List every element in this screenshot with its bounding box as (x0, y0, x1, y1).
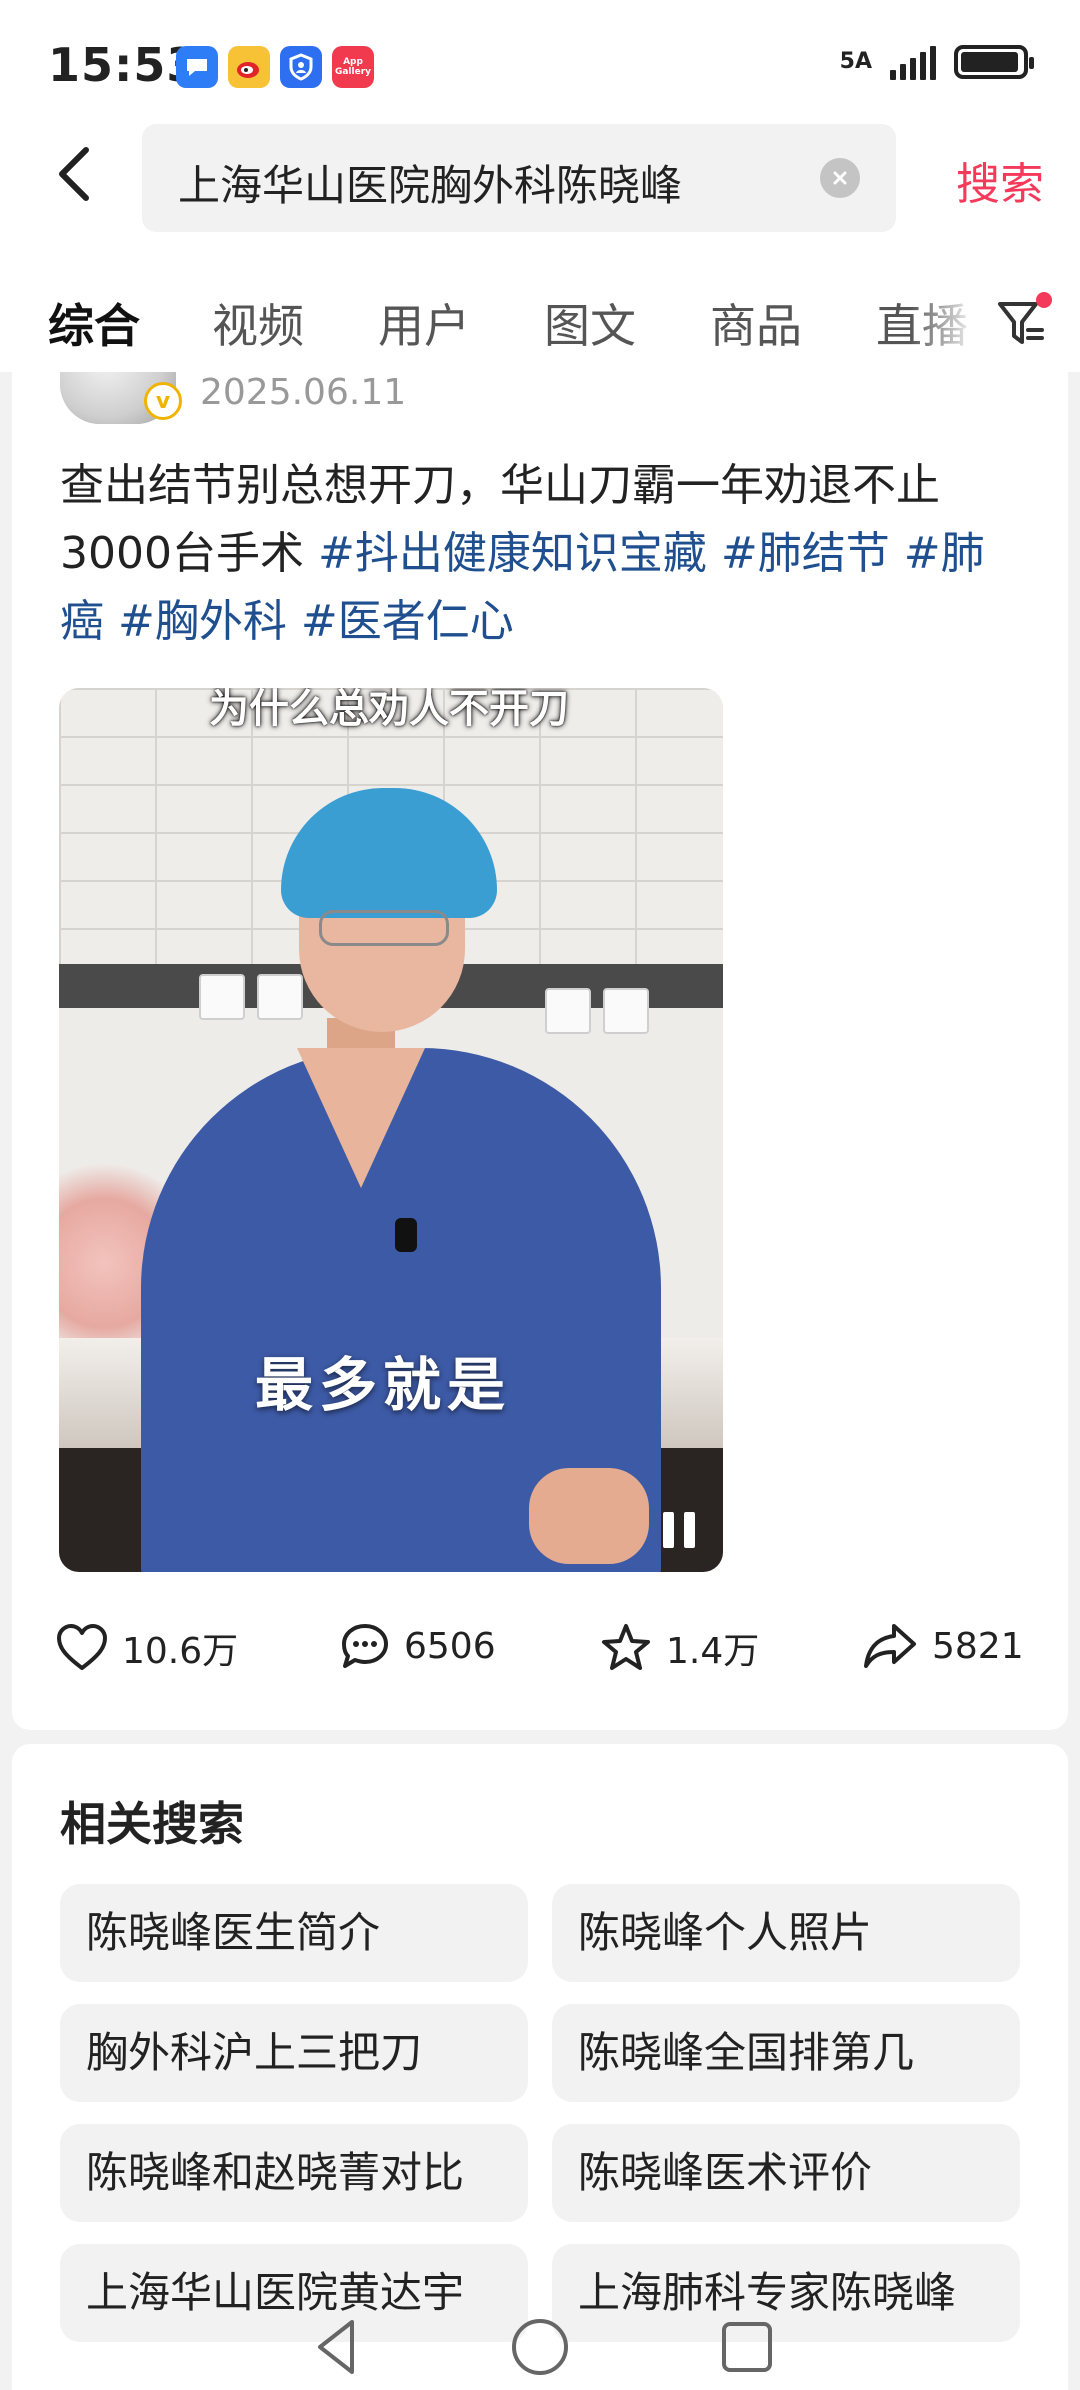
related-search-item[interactable]: 陈晓峰全国排第几 (552, 2004, 1020, 2102)
tab-posts[interactable]: 图文 (544, 290, 636, 356)
share-count: 5821 (932, 1625, 1024, 1667)
network-label: 5A (839, 49, 872, 74)
related-search-item[interactable]: 陈晓峰医术评价 (552, 2124, 1020, 2222)
related-searches: 相关搜索 陈晓峰医生简介 陈晓峰个人照片 胸外科沪上三把刀 陈晓峰全国排第几 陈… (12, 1744, 1068, 2390)
hashtag-link[interactable]: #抖出健康知识宝藏 (318, 528, 707, 579)
filter-button[interactable] (994, 292, 1052, 352)
battery-level (961, 52, 1018, 72)
related-search-item[interactable]: 陈晓峰和赵晓菁对比 (60, 2124, 528, 2222)
favorite-count: 1.4万 (666, 1631, 760, 1672)
search-query[interactable]: 上海华山医院胸外科陈晓峰 (178, 152, 682, 213)
result-tabs: 综合 视频 用户 图文 商品 直播 (0, 238, 1080, 372)
search-submit-button[interactable]: 搜索 (956, 148, 1044, 212)
triangle-back-icon (318, 2320, 354, 2374)
chevron-left-icon (59, 147, 89, 201)
battery-icon (954, 45, 1034, 79)
hashtag-link[interactable]: #胸外科 (118, 596, 287, 647)
share-button[interactable]: 5821 (862, 1622, 1024, 1670)
video-player[interactable]: 为什么总劝人不开刀 最多就是 (59, 688, 723, 1572)
close-icon (833, 171, 847, 185)
related-search-item[interactable]: 陈晓峰个人照片 (552, 1884, 1020, 1982)
related-search-item[interactable]: 陈晓峰医生简介 (60, 1884, 528, 1982)
tab-products[interactable]: 商品 (710, 290, 802, 356)
pause-button[interactable] (663, 1512, 703, 1552)
video-subtitle: 最多就是 (255, 1351, 512, 1419)
clear-search-button[interactable] (820, 158, 860, 198)
comment-icon (342, 1624, 388, 1668)
tab-video[interactable]: 视频 (212, 290, 304, 356)
heart-icon (57, 1624, 107, 1670)
author-avatar[interactable]: v (60, 372, 182, 424)
star-icon (602, 1624, 650, 1670)
post-text: 查出结节别总想开刀，华山刀霸一年劝退不止3000台手术 #抖出健康知识宝藏 #肺… (60, 452, 1020, 656)
nav-home-button[interactable] (505, 2312, 575, 2382)
post-actions: 10.6万 6506 1.4万 5821 (12, 1612, 1068, 1682)
share-icon (864, 1624, 916, 1668)
hashtag-link[interactable]: #肺结节 (721, 528, 890, 579)
tab-comprehensive[interactable]: 综合 (48, 290, 140, 356)
nav-back-button[interactable] (302, 2312, 372, 2382)
hashtag-link[interactable]: #医者仁心 (301, 596, 514, 647)
shield-account-icon (280, 46, 322, 88)
system-indicators: 5A (839, 44, 1034, 80)
system-nav-bar (0, 2300, 1080, 2390)
favorite-button[interactable]: 1.4万 (600, 1622, 759, 1674)
verified-badge-icon: v (144, 382, 182, 420)
notification-icons: App Gallery (176, 46, 374, 88)
related-searches-title: 相关搜索 (60, 1797, 244, 1851)
message-bubble-icon (176, 46, 218, 88)
comment-count: 6506 (404, 1625, 496, 1667)
circle-home-icon (512, 2319, 568, 2375)
square-recents-icon (722, 2322, 772, 2372)
video-subtitle-top: 为什么总劝人不开刀 (209, 688, 569, 732)
post-card[interactable]: v 2025.06.11 查出结节别总想开刀，华山刀霸一年劝退不止3000台手术… (12, 372, 1068, 1730)
search-header: 上海华山医院胸外科陈晓峰 搜索 (0, 118, 1080, 238)
status-bar: 15:53 App Gallery 5A (0, 0, 1080, 130)
like-count: 10.6万 (122, 1631, 239, 1672)
tab-users[interactable]: 用户 (378, 290, 470, 356)
search-input[interactable]: 上海华山医院胸外科陈晓峰 (142, 124, 896, 232)
back-button[interactable] (44, 144, 104, 204)
pause-icon (663, 1512, 674, 1548)
post-date: 2025.06.11 (200, 372, 407, 413)
comment-button[interactable]: 6506 (340, 1622, 496, 1670)
filter-notification-dot (1036, 292, 1052, 308)
tabs-fade-overlay (910, 268, 1000, 368)
app-gallery-icon: App Gallery (332, 46, 374, 88)
signal-strength-icon (890, 44, 936, 80)
weibo-icon (228, 46, 270, 88)
nav-recents-button[interactable] (712, 2312, 782, 2382)
like-button[interactable]: 10.6万 (56, 1622, 238, 1674)
related-search-item[interactable]: 胸外科沪上三把刀 (60, 2004, 528, 2102)
